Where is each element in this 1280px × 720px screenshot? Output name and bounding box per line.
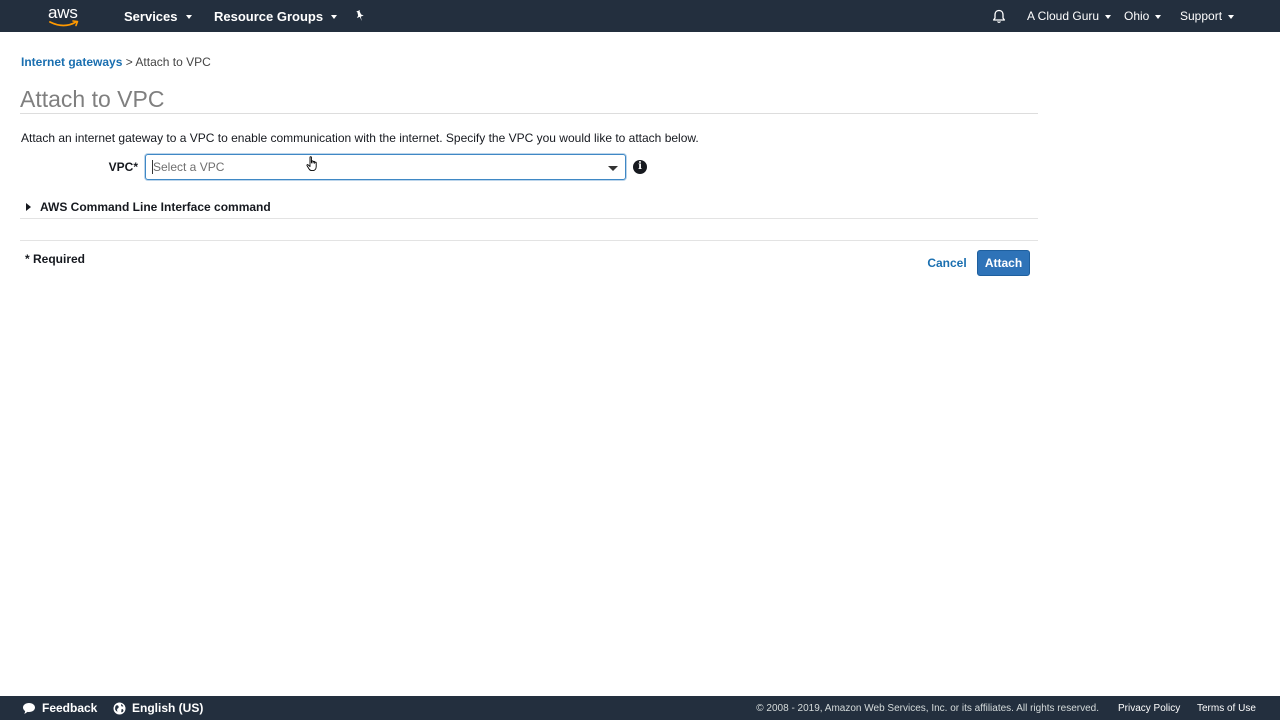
region-label: Ohio [1124,9,1150,23]
required-note: * Required [25,252,86,266]
services-menu[interactable]: Services [124,0,192,32]
account-menu[interactable]: A Cloud Guru [1027,0,1112,32]
privacy-policy-link[interactable]: Privacy Policy [1118,696,1180,720]
language-label: English (US) [132,701,204,715]
chevron-down-icon [331,14,338,19]
breadcrumb: Internet gateways > Attach to VPC [21,54,211,70]
page-description: Attach an internet gateway to a VPC to e… [21,131,699,145]
cancel-button[interactable]: Cancel [924,252,970,274]
speech-bubble-icon [23,702,35,714]
pin-button[interactable] [354,0,366,32]
terms-of-use-link[interactable]: Terms of Use [1197,696,1256,720]
caret-right-icon [26,203,31,211]
notifications-button[interactable] [992,0,1006,32]
aws-smile-icon [49,20,79,27]
chevron-down-icon [1155,14,1162,19]
breadcrumb-separator: > [125,55,133,69]
dropdown-arrow-icon [608,166,618,171]
resource-groups-label: Resource Groups [214,8,324,24]
support-menu[interactable]: Support [1180,0,1235,32]
services-label: Services [124,8,178,24]
breadcrumb-current: Attach to VPC [135,55,211,69]
feedback-label: Feedback [42,701,98,715]
globe-icon [113,702,126,714]
cli-command-label: AWS Command Line Interface command [40,200,271,214]
info-icon[interactable]: i [633,160,647,174]
vpc-select-placeholder: Select a VPC [153,160,225,174]
vpc-select[interactable]: Select a VPC [145,154,626,180]
cli-command-toggle[interactable]: AWS Command Line Interface command [26,199,271,215]
chevron-down-icon [1228,14,1235,19]
support-label: Support [1180,9,1223,23]
region-menu[interactable]: Ohio [1124,0,1162,32]
breadcrumb-internet-gateways-link[interactable]: Internet gateways [21,55,122,69]
vpc-field-label: VPC* [108,160,138,174]
pushpin-icon [356,10,364,22]
account-label: A Cloud Guru [1027,9,1100,23]
section-divider [20,218,1038,219]
page-title: Attach to VPC [20,86,165,112]
bell-icon [992,9,1006,23]
aws-logo[interactable]: aws [48,3,82,29]
title-divider [20,113,1038,114]
chevron-down-icon [1105,14,1112,19]
section-divider [20,240,1038,241]
resource-groups-menu[interactable]: Resource Groups [214,0,338,32]
language-selector[interactable]: English (US) [113,696,203,720]
footer-bar: Feedback English (US) © 2008 - 2019, Ama… [0,696,1280,720]
top-navigation-bar: aws Services Resource Groups A Cloud Gur… [0,0,1280,32]
chevron-down-icon [185,14,192,19]
copyright-text: © 2008 - 2019, Amazon Web Services, Inc.… [756,702,1099,714]
attach-button[interactable]: Attach [977,250,1030,276]
feedback-button[interactable]: Feedback [22,696,97,720]
